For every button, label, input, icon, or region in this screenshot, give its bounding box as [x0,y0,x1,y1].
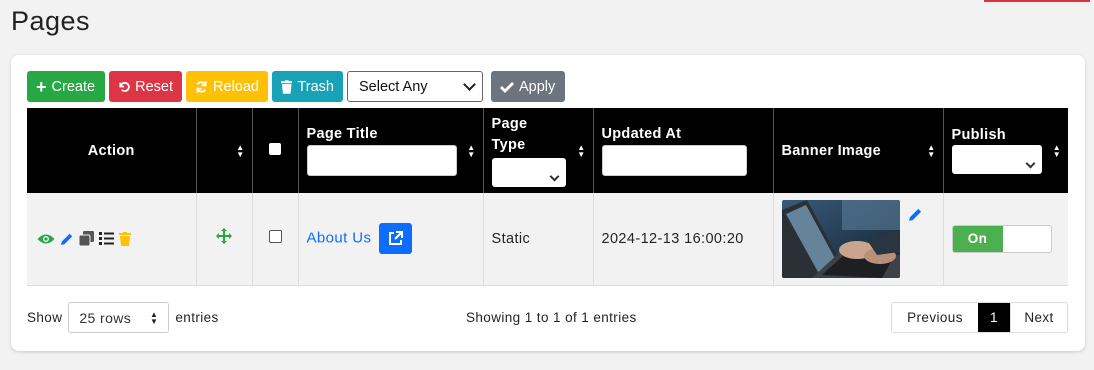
column-header-publish-label: Publish [951,127,1006,143]
copy-icon[interactable] [79,231,94,247]
eye-icon[interactable] [37,233,55,245]
publish-toggle-label: On [952,225,1003,252]
column-header-publish[interactable]: Publish ▲ ▼ [943,108,1068,193]
create-button[interactable]: + Create [27,71,105,102]
edit-pencil-icon[interactable] [60,232,74,246]
column-header-updated-at[interactable]: Updated At [593,108,774,193]
column-header-action-label: Action [87,142,135,159]
open-external-button[interactable] [378,223,412,255]
sort-icon: ▲ ▼ [467,142,476,159]
table-footer: Show 25 rows ▲ ▼ entries Showing 1 to 1 o… [27,302,1068,333]
next-page-button[interactable]: Next [1010,303,1067,332]
row-updated-at-cell: 2024-12-13 16:00:20 [593,193,774,286]
plus-icon: + [36,76,47,97]
column-header-page-title-label: Page Title [306,125,378,142]
row-drag-cell [196,193,253,286]
row-actions [35,231,188,247]
undo-icon [119,81,130,93]
column-header-order[interactable]: ▲ ▼ [196,108,253,193]
table-header-row: Action ▲▼ Page Title ▲▼ Page Type ▲▼ [27,108,1068,193]
chevron-down-icon [549,171,559,182]
toolbar: + Create Reset Reload Trash Select Any A… [27,71,565,102]
rows-per-page-select[interactable]: 25 rows ▲ ▼ [68,302,170,333]
column-header-updated-at-label: Updated At [601,125,682,142]
list-icon[interactable] [99,232,114,246]
page-title: Pages [11,6,91,36]
chevron-down-icon [1025,158,1035,169]
check-icon [500,81,514,93]
row-publish-cell: On [943,193,1068,286]
top-accent-bar [984,0,1090,2]
trash-icon [281,79,293,94]
column-header-action: Action [27,108,197,193]
page-button-current[interactable]: 1 [978,303,1010,332]
chevron-down-icon [463,78,476,91]
sort-icon: ▲ ▼ [577,142,586,159]
column-header-banner-image[interactable]: Banner Image ▲ ▼ [773,108,944,193]
select-arrows-icon: ▲ ▼ [150,309,159,326]
trash-icon[interactable] [119,231,131,246]
reset-button-label: Reset [135,78,173,95]
apply-button-label: Apply [519,78,556,95]
table-row: About Us Static 2024-12-13 16:00:20 On [27,193,1068,286]
column-header-select-all [252,108,299,193]
page-title-link[interactable]: About Us [307,230,372,247]
trash-button-label: Trash [297,78,334,95]
row-page-title-cell: About Us [298,193,484,286]
column-header-page-type-label: Page Type [491,116,528,153]
reload-button-label: Reload [213,78,259,95]
sync-icon [196,80,207,93]
rows-per-page-value: 25 rows [79,309,132,326]
showing-entries-text: Showing 1 to 1 of 1 entries [466,310,637,325]
show-label: Show [27,310,63,325]
sort-icon: ▲ ▼ [1052,142,1061,159]
column-header-banner-image-label: Banner Image [781,142,881,159]
banner-image [781,199,900,278]
column-header-page-title[interactable]: Page Title ▲ ▼ [298,108,484,193]
page-type-filter-select[interactable] [491,158,566,187]
sort-icon: ▲ ▼ [927,142,936,159]
drag-handle-icon[interactable] [205,228,244,249]
sort-icon: ▲ ▼ [236,142,245,159]
edit-banner-pencil-icon[interactable] [908,207,923,222]
laptop-typing-photo [781,199,900,278]
updated-at-filter-input[interactable] [601,144,747,176]
publish-toggle[interactable]: On [951,224,1052,253]
page-title-filter-input[interactable] [306,144,457,176]
row-select-cell [252,193,299,286]
entries-label: entries [175,310,219,325]
row-page-type-cell: Static [483,193,594,286]
pages-table: Action ▲▼ Page Title ▲▼ Page Type ▲▼ [27,108,1068,286]
bulk-action-select-value: Select Any [359,78,428,95]
column-header-page-type[interactable]: Page Type ▲ ▼ [483,108,594,193]
previous-page-button[interactable]: Previous [892,303,978,332]
row-actions-cell [27,193,197,286]
select-all-checkbox[interactable] [269,142,281,155]
external-link-icon [388,231,403,246]
bulk-action-select[interactable]: Select Any [347,71,483,102]
publish-filter-select[interactable] [951,145,1042,174]
row-banner-image-cell [773,193,944,286]
pagination: Previous 1 Next [891,302,1068,333]
pages-card: + Create Reset Reload Trash Select Any A… [11,55,1085,351]
row-checkbox[interactable] [268,230,282,244]
create-button-label: Create [51,78,96,95]
trash-button[interactable]: Trash [272,71,343,102]
reset-button[interactable]: Reset [109,71,182,102]
reload-button[interactable]: Reload [186,71,268,102]
banner-wrap [781,199,935,278]
apply-button[interactable]: Apply [491,71,565,102]
